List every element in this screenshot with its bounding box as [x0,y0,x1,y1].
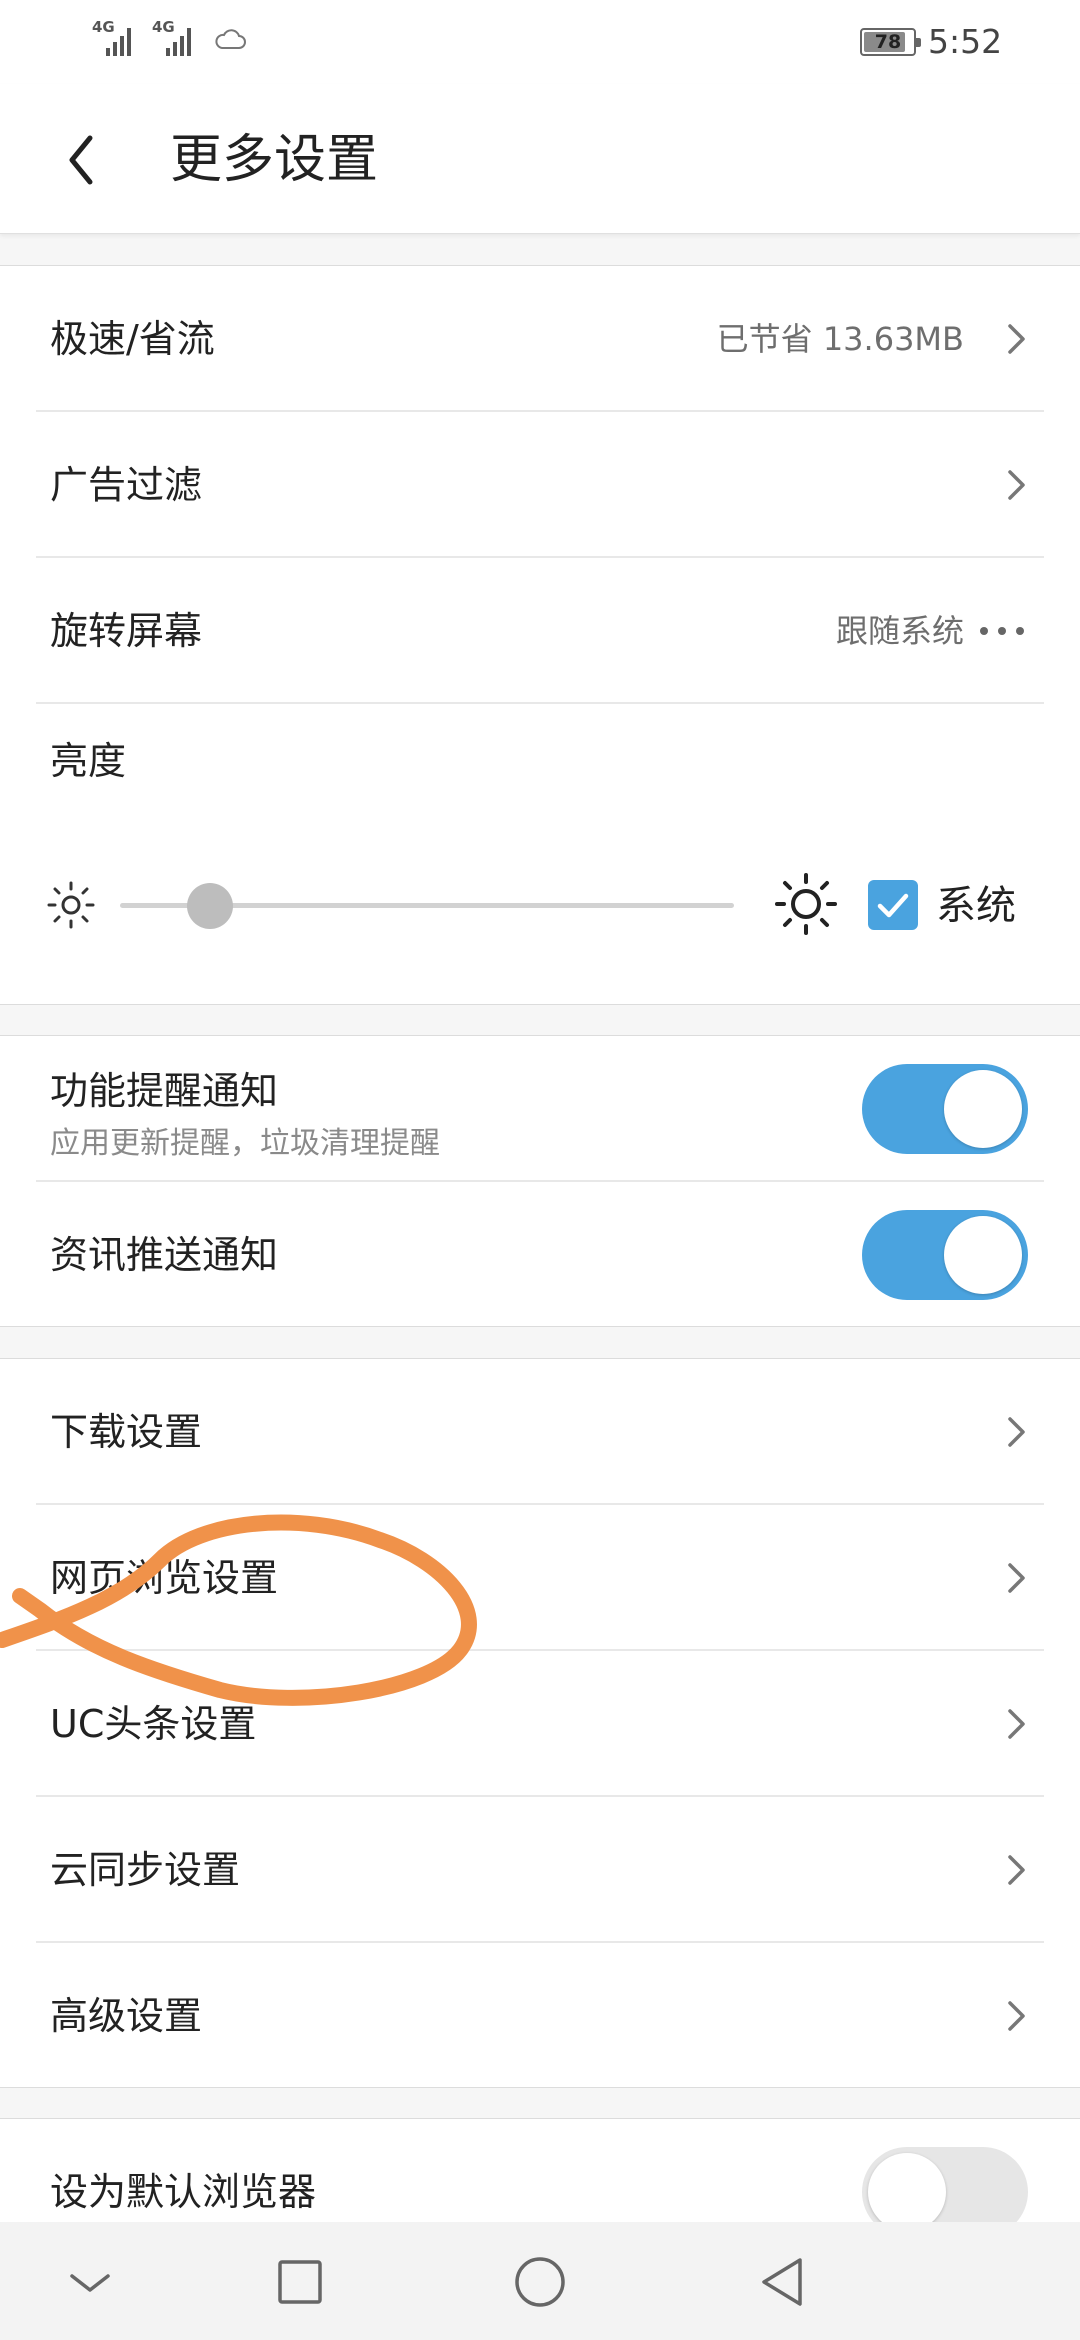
feature-notify-toggle[interactable] [862,1064,1028,1154]
chevron-right-icon [1008,2001,1025,2031]
brightness-high-icon [775,873,837,935]
setting-label: 高级设置 [50,1994,203,2038]
setting-row-speed[interactable]: 极速/省流 已节省 13.63MB [0,266,1080,412]
setting-label: 功能提醒通知 [50,1069,279,1113]
setting-label: 资讯推送通知 [50,1233,279,1277]
setting-row-news-notify[interactable]: 资讯推送通知 [0,1182,1080,1328]
setting-row-brightness: 亮度 [0,704,1080,1004]
brightness-low-icon [47,881,95,929]
back-arrow-icon[interactable] [60,130,104,190]
setting-label: 旋转屏幕 [50,609,203,653]
settings-section-more: 下载设置 网页浏览设置 UC头条设置 云同步设置 高级设置 [0,1358,1080,2088]
settings-section-notifications: 功能提醒通知 应用更新提醒，垃圾清理提醒 资讯推送通知 [0,1035,1080,1327]
setting-label: 网页浏览设置 [50,1556,279,1600]
settings-section-default-browser: 设为默认浏览器 [0,2118,1080,2237]
setting-sublabel: 应用更新提醒，垃圾清理提醒 [50,1126,440,1161]
home-icon[interactable] [510,2252,570,2312]
chevron-right-icon [1008,1709,1025,1739]
setting-row-uc-headlines[interactable]: UC头条设置 [0,1651,1080,1797]
status-bar: 4G 4G 78 5:52 [0,0,1080,84]
back-icon[interactable] [752,2252,812,2312]
system-nav-bar [0,2222,1080,2340]
collapse-icon[interactable] [60,2252,120,2312]
setting-row-adblock[interactable]: 广告过滤 [0,412,1080,558]
app-header: 更多设置 [0,84,1080,234]
system-brightness-checkbox[interactable] [868,880,918,930]
setting-row-rotate[interactable]: 旋转屏幕 跟随系统 [0,558,1080,704]
setting-label: 极速/省流 [50,317,215,361]
setting-row-feature-notify[interactable]: 功能提醒通知 应用更新提醒，垃圾清理提醒 [0,1036,1080,1182]
chevron-right-icon [1008,1417,1025,1447]
setting-label: 下载设置 [50,1410,203,1454]
setting-value: 已节省 13.63MB [716,320,964,358]
recent-apps-icon[interactable] [270,2252,330,2312]
setting-label: 广告过滤 [50,463,203,507]
status-time: 5:52 [928,22,1003,61]
setting-label: 云同步设置 [50,1848,241,1892]
cloud-icon [215,29,246,49]
setting-row-web-browsing[interactable]: 网页浏览设置 [0,1505,1080,1651]
chevron-right-icon [1008,1563,1025,1593]
battery-level: 78 [874,31,902,53]
system-brightness-label: 系统 [936,883,1016,929]
setting-value: 跟随系统 [835,612,964,650]
checkmark-icon [877,893,909,918]
setting-row-advanced[interactable]: 高级设置 [0,1943,1080,2089]
setting-row-cloud-sync[interactable]: 云同步设置 [0,1797,1080,1943]
setting-label: 设为默认浏览器 [50,2170,317,2214]
chevron-right-icon [1008,324,1025,354]
settings-section-general: 极速/省流 已节省 13.63MB 广告过滤 旋转屏幕 跟随系统 亮度 [0,265,1080,1005]
more-icon [980,627,1024,635]
chevron-right-icon [1008,1855,1025,1885]
news-notify-toggle[interactable] [862,1210,1028,1300]
setting-label: UC头条设置 [50,1702,257,1746]
brightness-slider-thumb[interactable] [187,883,233,929]
battery-icon: 78 [860,28,921,56]
setting-label: 亮度 [50,739,127,783]
chevron-right-icon [1008,470,1025,500]
setting-row-download[interactable]: 下载设置 [0,1359,1080,1505]
page-title: 更多设置 [170,130,379,190]
